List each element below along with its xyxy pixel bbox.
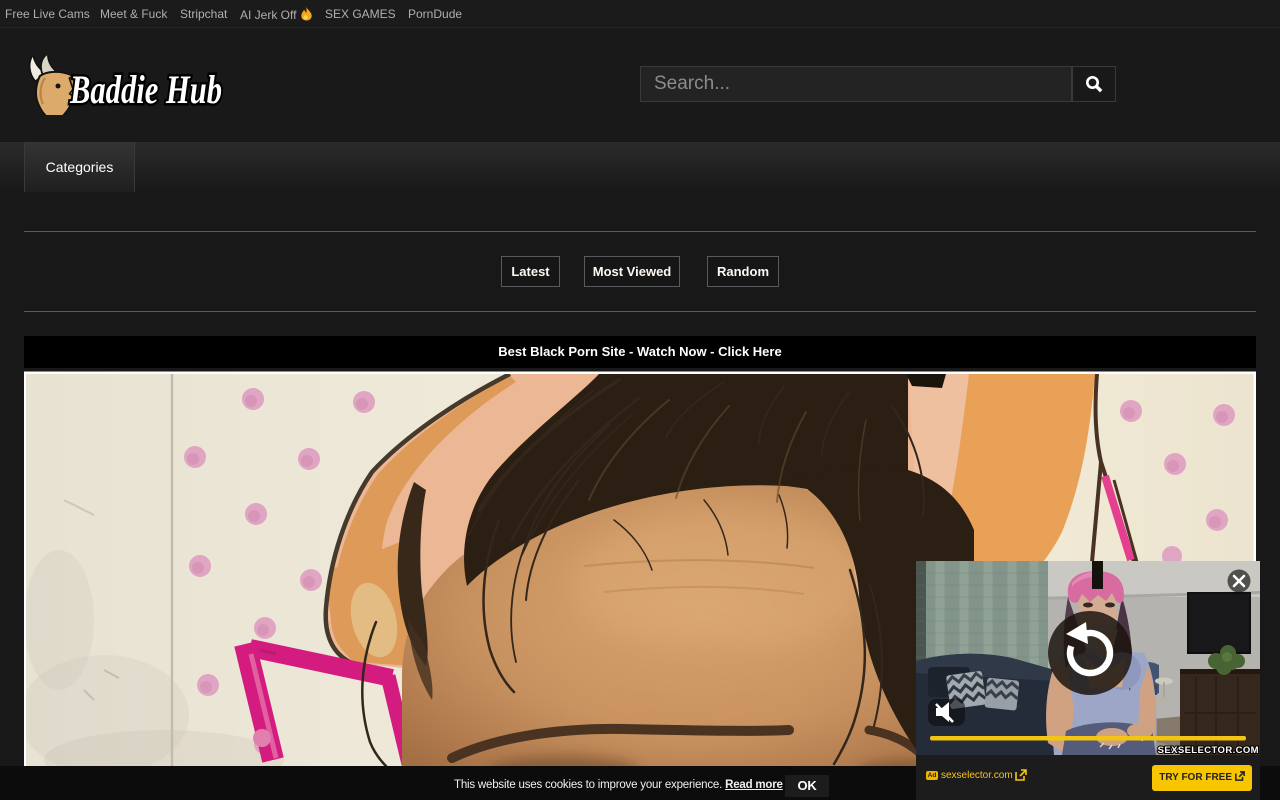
svg-text:SEXSELECTOR.COM: SEXSELECTOR.COM — [1158, 745, 1259, 755]
svg-text:Baddie Hub: Baddie Hub — [69, 67, 222, 112]
